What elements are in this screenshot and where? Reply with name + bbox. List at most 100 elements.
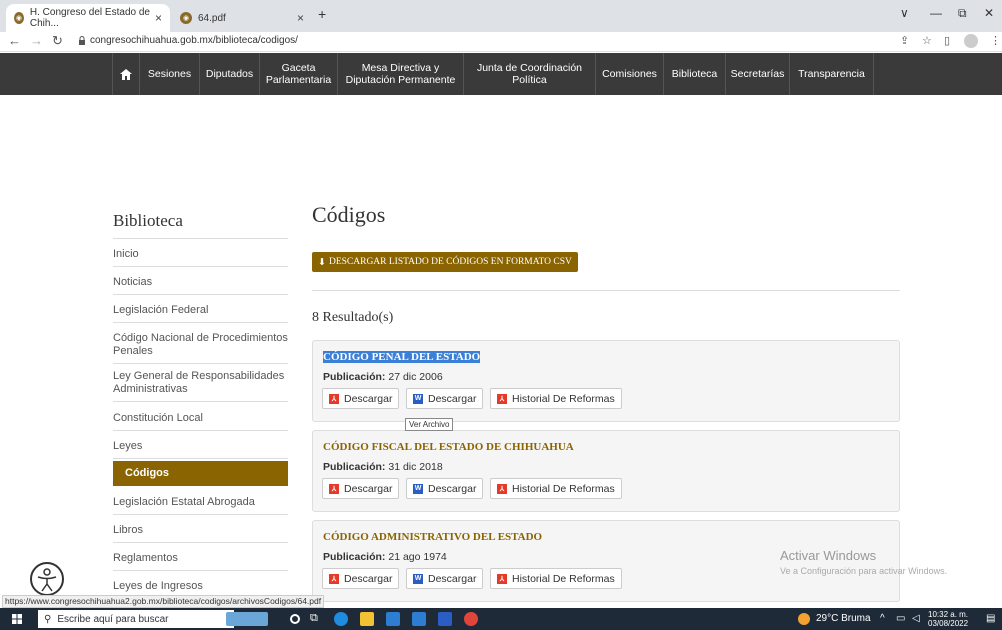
download-pdf-button[interactable]: ⅄ Descargar bbox=[322, 478, 400, 499]
store-icon[interactable] bbox=[386, 612, 400, 626]
sidebar-item-legislacion-federal[interactable]: Legislación Federal bbox=[113, 304, 288, 323]
word-icon: W bbox=[413, 393, 423, 404]
weather-text[interactable]: 29°C Bruma bbox=[816, 613, 871, 624]
mail-icon[interactable] bbox=[412, 612, 426, 626]
pdf-icon: ⅄ bbox=[497, 483, 507, 494]
menu-kebab-icon[interactable]: ⋮ bbox=[990, 34, 1001, 47]
restore-button[interactable]: ⧉ bbox=[958, 6, 967, 21]
tab-label: 64.pdf bbox=[198, 12, 226, 24]
minimize-button[interactable]: — bbox=[930, 6, 942, 20]
publication-date: Publicación: 21 ago 1974 bbox=[323, 551, 447, 563]
windows-taskbar: ⚲ Escribe aquí para buscar ⧉ 29°C Bruma … bbox=[0, 608, 1002, 630]
tab-close-button[interactable]: × bbox=[155, 11, 162, 25]
publication-date: Publicación: 27 dic 2006 bbox=[323, 371, 443, 383]
notifications-icon[interactable]: ▤ bbox=[986, 613, 995, 624]
sidebar-item-codigo-nacional[interactable]: Código Nacional de Procedimientos Penale… bbox=[113, 332, 288, 364]
page-title: Códigos bbox=[312, 202, 386, 227]
back-icon[interactable]: ← bbox=[8, 33, 21, 48]
download-csv-label: DESCARGAR LISTADO DE CÓDIGOS EN FORMATO … bbox=[328, 257, 572, 267]
close-window-button[interactable]: ✕ bbox=[984, 6, 994, 20]
tab-search-button[interactable]: ∨ bbox=[900, 6, 909, 20]
history-button[interactable]: ⅄ Historial De Reformas bbox=[490, 568, 622, 589]
profile-avatar[interactable] bbox=[964, 34, 978, 48]
url-field[interactable]: congresochihuahua.gob.mx/biblioteca/codi… bbox=[90, 35, 298, 46]
download-word-button[interactable]: W Descargar bbox=[406, 388, 484, 409]
pdf-icon: ⅄ bbox=[497, 393, 507, 404]
tab-congreso[interactable]: ◉ H. Congreso del Estado de Chih... × bbox=[6, 4, 170, 32]
sidebar-item-reglamentos[interactable]: Reglamentos bbox=[113, 552, 288, 571]
tab-pdf[interactable]: ◉ 64.pdf × bbox=[172, 4, 312, 32]
nav-gaceta[interactable]: Gaceta Parlamentaria bbox=[260, 53, 338, 95]
share-icon[interactable]: ⇪ bbox=[900, 34, 909, 47]
reload-icon[interactable]: ↻ bbox=[52, 33, 63, 49]
code-title[interactable]: CÓDIGO FISCAL DEL ESTADO DE CHIHUAHUA bbox=[323, 441, 574, 453]
task-view-icon[interactable]: ⧉ bbox=[310, 612, 324, 626]
sidebar-item-ley-general[interactable]: Ley General de Responsabilidades Adminis… bbox=[113, 370, 288, 402]
tooltip: Ver Archivo bbox=[405, 418, 454, 431]
sidebar-title: Biblioteca bbox=[113, 211, 183, 230]
chrome-icon[interactable] bbox=[464, 612, 478, 626]
word-app-icon[interactable] bbox=[438, 612, 452, 626]
home-icon[interactable] bbox=[112, 53, 140, 95]
volume-icon[interactable]: ◁ bbox=[912, 613, 920, 624]
history-button[interactable]: ⅄ Historial De Reformas bbox=[490, 388, 622, 409]
new-tab-button[interactable]: + bbox=[318, 6, 326, 22]
history-button[interactable]: ⅄ Historial De Reformas bbox=[490, 478, 622, 499]
accessibility-icon[interactable] bbox=[30, 562, 64, 596]
nav-biblioteca[interactable]: Biblioteca bbox=[664, 53, 726, 95]
congreso-favicon: ◉ bbox=[14, 12, 24, 24]
cortana-icon[interactable] bbox=[290, 614, 300, 624]
code-title[interactable]: CÓDIGO ADMINISTRATIVO DEL ESTADO bbox=[323, 531, 542, 543]
nav-transparencia[interactable]: Transparencia bbox=[790, 53, 874, 95]
tab-close-button[interactable]: × bbox=[297, 11, 304, 25]
tab-label: H. Congreso del Estado de Chih... bbox=[29, 7, 150, 29]
browser-tab-bar: ◉ H. Congreso del Estado de Chih... × ◉ … bbox=[0, 0, 1002, 32]
sidebar-item-codigos[interactable]: Códigos bbox=[113, 461, 288, 486]
lock-icon bbox=[79, 36, 85, 45]
sidepanel-icon[interactable]: ▯ bbox=[944, 34, 950, 47]
file-explorer-icon[interactable] bbox=[360, 612, 374, 626]
nav-diputados[interactable]: Diputados bbox=[200, 53, 260, 95]
star-icon[interactable]: ☆ bbox=[922, 34, 932, 47]
code-card: CÓDIGO PENAL DEL ESTADO Publicación: 27 … bbox=[312, 340, 900, 422]
search-icon: ⚲ bbox=[44, 613, 52, 625]
nav-secretarias[interactable]: Secretarías bbox=[726, 53, 790, 95]
pdf-icon: ⅄ bbox=[329, 393, 339, 404]
sidebar-item-abrogada[interactable]: Legislación Estatal Abrogada bbox=[113, 496, 288, 515]
search-highlight-image bbox=[226, 612, 268, 626]
download-pdf-button[interactable]: ⅄ Descargar bbox=[322, 388, 400, 409]
status-bar-url: https://www.congresochihuahua2.gob.mx/bi… bbox=[2, 595, 325, 608]
code-card: CÓDIGO FISCAL DEL ESTADO DE CHIHUAHUA Pu… bbox=[312, 430, 900, 512]
weather-icon bbox=[798, 613, 810, 625]
content-divider bbox=[312, 290, 900, 291]
sidebar-item-noticias[interactable]: Noticias bbox=[113, 276, 288, 295]
download-pdf-button[interactable]: ⅄ Descargar bbox=[322, 568, 400, 589]
nav-comisiones[interactable]: Comisiones bbox=[596, 53, 664, 95]
clock[interactable]: 10:32 a. m. 03/08/2022 bbox=[928, 610, 968, 628]
windows-start-icon[interactable] bbox=[12, 614, 22, 624]
sidebar-item-libros[interactable]: Libros bbox=[113, 524, 288, 543]
nav-junta[interactable]: Junta de Coordinación Política bbox=[464, 53, 596, 95]
activate-windows-title: Activar Windows bbox=[780, 548, 877, 563]
network-icon[interactable]: ▭ bbox=[896, 613, 905, 624]
download-word-button[interactable]: W Descargar bbox=[406, 478, 484, 499]
code-title[interactable]: CÓDIGO PENAL DEL ESTADO bbox=[323, 351, 481, 363]
download-word-button[interactable]: W Descargar bbox=[406, 568, 484, 589]
sidebar-item-inicio[interactable]: Inicio bbox=[113, 248, 288, 267]
edge-icon[interactable] bbox=[334, 612, 348, 626]
activate-windows-subtitle: Ve a Configuración para activar Windows. bbox=[780, 566, 948, 576]
sidebar-item-constitucion[interactable]: Constitución Local bbox=[113, 412, 288, 431]
pdf-icon: ⅄ bbox=[329, 573, 339, 584]
sidebar-divider bbox=[113, 238, 288, 239]
download-icon: ⬇ bbox=[318, 257, 326, 268]
pdf-icon: ⅄ bbox=[329, 483, 339, 494]
forward-icon[interactable]: → bbox=[30, 33, 43, 48]
nav-sesiones[interactable]: Sesiones bbox=[140, 53, 200, 95]
tray-chevron-icon[interactable]: ^ bbox=[880, 613, 885, 624]
sidebar-item-leyes[interactable]: Leyes bbox=[113, 440, 288, 459]
taskbar-search-input[interactable]: ⚲ Escribe aquí para buscar bbox=[38, 610, 234, 628]
pdf-favicon: ◉ bbox=[180, 12, 192, 24]
nav-mesa-directiva[interactable]: Mesa Directiva y Diputación Permanente bbox=[338, 53, 464, 95]
publication-date: Publicación: 31 dic 2018 bbox=[323, 461, 443, 473]
download-csv-button[interactable]: ⬇ DESCARGAR LISTADO DE CÓDIGOS EN FORMAT… bbox=[312, 252, 578, 272]
